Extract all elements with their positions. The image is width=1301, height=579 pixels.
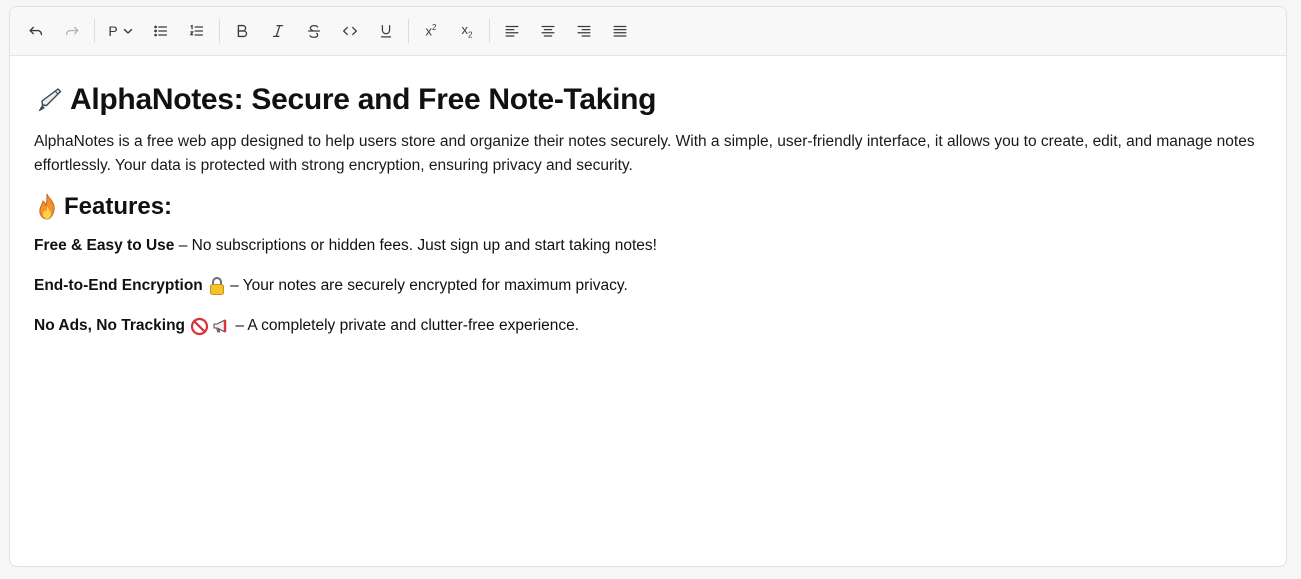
bold-icon [237,24,248,38]
toolbar-separator [94,19,95,43]
document-title-heading: AlphaNotes: Secure and Free Note-Taking [34,80,1262,120]
feature-title: No Ads, No Tracking [34,317,186,334]
undo-button[interactable] [18,15,54,47]
features-heading: Features: [34,190,1262,224]
feature-title: Free & Easy to Use [34,237,175,254]
align-justify-button[interactable] [602,15,638,47]
toolbar-separator [408,19,409,43]
chevron-down-icon [123,28,132,34]
rich-text-editor: P x2 x2 AlphaNotes: Secure and Free Note… [9,6,1287,567]
document-title: AlphaNotes: Secure and Free Note-Taking [70,83,657,116]
subscript-icon: x2 [461,22,473,40]
strikethrough-button[interactable] [296,15,332,47]
feature-item: End-to-End Encryption – Your notes are s… [34,274,1262,298]
fire-icon [34,193,60,221]
align-left-button[interactable] [494,15,530,47]
feature-item: No Ads, No Tracking – A completely priva… [34,314,1262,338]
bullet-list-icon [154,25,168,37]
lock-icon [208,276,226,296]
editor-content[interactable]: AlphaNotes: Secure and Free Note-Taking … [10,56,1286,338]
feature-text: – No subscriptions or hidden fees. Just … [174,237,657,254]
bold-button[interactable] [224,15,260,47]
subscript-button[interactable]: x2 [449,15,485,47]
bullet-list-button[interactable] [143,15,179,47]
underline-icon [380,24,392,38]
code-icon [343,26,357,36]
pen-icon [34,85,64,115]
toolbar-separator [219,19,220,43]
editor-toolbar: P x2 x2 [10,7,1286,56]
intro-paragraph: AlphaNotes is a free web app designed to… [34,133,1255,174]
align-left-icon [505,25,519,37]
ordered-list-button[interactable] [179,15,215,47]
redo-button[interactable] [54,15,90,47]
align-right-button[interactable] [566,15,602,47]
features-heading-text: Features: [64,193,173,220]
italic-icon [272,24,284,38]
toolbar-separator [489,19,490,43]
align-right-icon [577,25,591,37]
feature-text: – A completely private and clutter-free … [231,317,580,334]
align-center-button[interactable] [530,15,566,47]
italic-button[interactable] [260,15,296,47]
redo-icon [65,26,79,36]
superscript-icon: x2 [425,23,437,39]
ordered-list-icon [189,24,204,36]
block-type-label: P [108,23,118,39]
strikethrough-icon [307,24,321,38]
align-center-icon [541,25,555,37]
feature-text: – Your notes are securely encrypted for … [225,277,628,294]
no-entry-sign-icon [190,317,209,336]
underline-button[interactable] [368,15,404,47]
feature-title: End-to-End Encryption [34,277,203,294]
megaphone-icon [211,317,231,335]
block-type-select[interactable]: P [99,15,143,47]
align-justify-icon [613,25,627,37]
feature-item: Free & Easy to Use – No subscriptions or… [34,234,1262,258]
undo-icon [29,26,43,36]
superscript-button[interactable]: x2 [413,15,449,47]
code-button[interactable] [332,15,368,47]
